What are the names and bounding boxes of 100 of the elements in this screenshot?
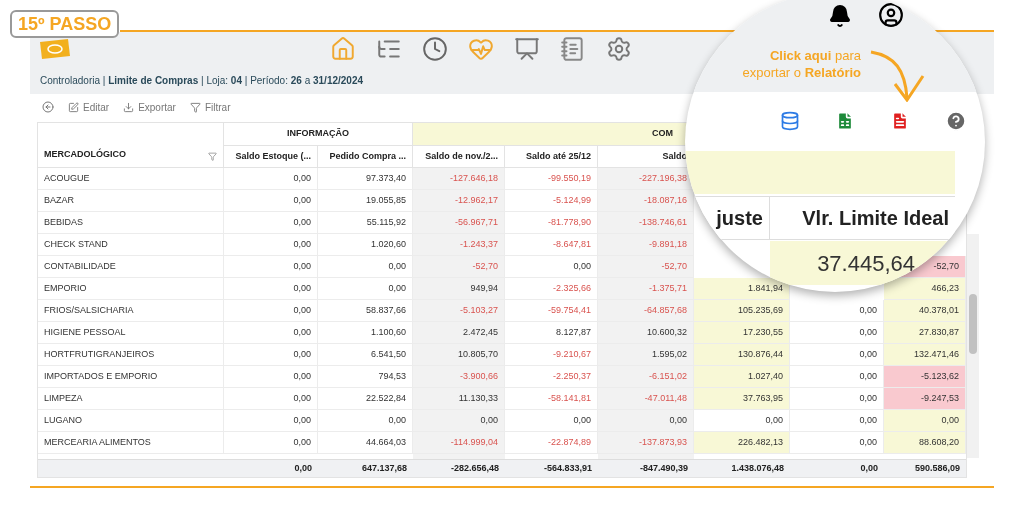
table-cell: 1.027,40	[694, 366, 790, 388]
table-cell: 226.482,13	[694, 432, 790, 454]
table-cell: 0,00	[224, 322, 318, 344]
table-cell: 40.378,01	[884, 300, 966, 322]
clock-icon[interactable]	[422, 36, 448, 62]
total-cell: 0,00	[790, 459, 884, 477]
table-cell: -5.123,62	[884, 366, 966, 388]
table-cell: 1.595,02	[598, 344, 694, 366]
table-cell: 10.600,32	[598, 322, 694, 344]
row-label: EMPORIO	[38, 278, 224, 300]
table-cell: -5.103,27	[413, 300, 505, 322]
filter-icon[interactable]	[208, 152, 217, 161]
table-cell: -9.247,53	[884, 388, 966, 410]
table-cell: 0,00	[224, 256, 318, 278]
table-cell: 0,00	[598, 410, 694, 432]
column-header: Vlr. Limite Ideal	[801, 206, 950, 231]
row-label: LUGANO	[38, 410, 224, 432]
row-label: BEBIDAS	[38, 212, 224, 234]
table-cell: 88.608,20	[884, 432, 966, 454]
back-button[interactable]	[42, 101, 54, 113]
table-cell: 0,00	[224, 344, 318, 366]
table-cell: -138.746,61	[598, 212, 694, 234]
group-header: INFORMAÇÃO	[224, 123, 413, 146]
column-header: MERCADOLÓGICO	[44, 147, 126, 161]
row-label: IMPORTADOS E EMPORIO	[38, 366, 224, 388]
row-label: CHECK STAND	[38, 234, 224, 256]
table-cell: 37.763,95	[694, 388, 790, 410]
table-cell: 0,00	[224, 168, 318, 190]
total-cell: 647.137,68	[318, 459, 413, 477]
database-icon[interactable]	[780, 111, 800, 131]
row-label: BAZAR	[38, 190, 224, 212]
row-label: LIMPEZA	[38, 388, 224, 410]
column-header: Pedido Compra ...	[318, 146, 413, 168]
table-cell: 0,00	[224, 234, 318, 256]
table-cell: 17.230,55	[694, 322, 790, 344]
table-cell: 0,00	[224, 410, 318, 432]
table-cell: 1.841,94	[694, 278, 790, 300]
total-cell: -282.656,48	[413, 459, 505, 477]
column-header: Saldo até 25/12	[505, 146, 598, 168]
table-cell: 27.830,87	[884, 322, 966, 344]
table-cell: -9.891,18	[598, 234, 694, 256]
table-cell: 11.130,33	[413, 388, 505, 410]
table-cell: 0,00	[884, 410, 966, 432]
user-icon[interactable]	[878, 2, 904, 28]
table-cell: -64.857,68	[598, 300, 694, 322]
table-cell: -18.087,16	[598, 190, 694, 212]
table-cell: 949,94	[413, 278, 505, 300]
table-cell: -12.962,17	[413, 190, 505, 212]
table-cell: -3.900,66	[413, 366, 505, 388]
filter-icon	[189, 101, 201, 113]
table-cell: 2.472,45	[413, 322, 505, 344]
total-cell: 0,00	[224, 459, 318, 477]
table-cell: 0,00	[224, 190, 318, 212]
help-icon[interactable]	[945, 110, 967, 132]
bell-icon[interactable]	[828, 4, 852, 28]
notebook-icon[interactable]	[560, 36, 586, 62]
table-cell: -137.873,93	[598, 432, 694, 454]
export-hint: Click aqui para exportar o Relatório	[741, 47, 861, 81]
filter-button[interactable]: Filtrar	[189, 99, 231, 115]
row-label: FRIOS/SALSICHARIA	[38, 300, 224, 322]
chart-board-icon[interactable]	[514, 36, 540, 62]
table-cell: -47.011,48	[598, 388, 694, 410]
total-cell: 590.586,09	[884, 459, 966, 477]
table-cell: 105.235,69	[694, 300, 790, 322]
step-badge: 15º PASSO	[10, 10, 120, 38]
export-button[interactable]: Exportar	[123, 99, 176, 115]
table-cell: -227.196,38	[598, 168, 694, 190]
table-cell: 466,23	[884, 278, 966, 300]
table-cell: 130.876,44	[694, 344, 790, 366]
table-cell: 0,00	[224, 388, 318, 410]
table-cell: -127.646,18	[413, 168, 505, 190]
table-cell: -1.243,37	[413, 234, 505, 256]
table-cell: -52,70	[598, 256, 694, 278]
row-label: CONTABILIDADE	[38, 256, 224, 278]
table-cell: -6.151,02	[598, 366, 694, 388]
table-cell: -56.967,71	[413, 212, 505, 234]
row-label: ACOUGUE	[38, 168, 224, 190]
edit-icon	[68, 101, 79, 113]
edit-button[interactable]: Editar	[68, 99, 110, 115]
table-cell: 0,00	[413, 410, 505, 432]
table-cell: 132.471,46	[884, 344, 966, 366]
table-cell: -52,70	[413, 256, 505, 278]
row-label: HIGIENE PESSOAL	[38, 322, 224, 344]
table-cell: 0,00	[224, 212, 318, 234]
table-cell: 0,00	[224, 366, 318, 388]
total-cell: -564.833,91	[505, 459, 598, 477]
table-cell: 0,00	[224, 432, 318, 454]
breadcrumb: Controladoria | Limite de Compras | Loja: 04 | Período: 26 a 31/12/2024	[40, 73, 364, 88]
row-label: HORTFRUTIGRANJEIROS	[38, 344, 224, 366]
table-cell: 10.805,70	[413, 344, 505, 366]
table-cell: 0,00	[224, 278, 318, 300]
column-header: Saldo Estoque (...	[224, 146, 318, 168]
total-cell: -847.490,39	[598, 459, 694, 477]
table-cell: 0,00	[224, 300, 318, 322]
table-cell: -1.375,71	[598, 278, 694, 300]
scrollbar[interactable]	[967, 234, 979, 458]
row-label: MERCEARIA ALIMENTOS	[38, 432, 224, 454]
gear-icon[interactable]	[606, 36, 632, 62]
table-cell: -114.999,04	[413, 432, 505, 454]
download-icon	[123, 101, 135, 113]
